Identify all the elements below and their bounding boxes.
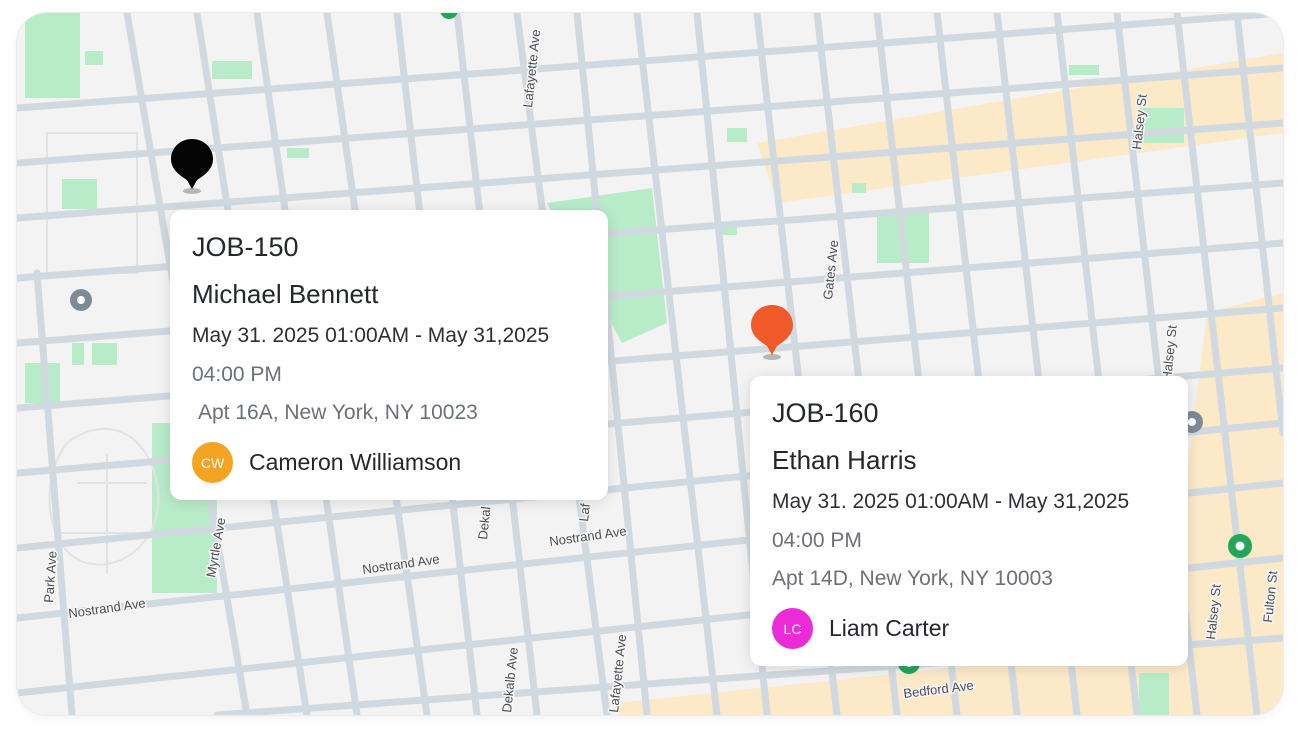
schedule-end-time: 04:00 PM (192, 363, 282, 386)
assigned-technician: CW Cameron Williamson (192, 442, 461, 483)
street-label: Dekal (475, 506, 493, 541)
map-pin-job-160[interactable] (747, 303, 797, 363)
avatar: CW (192, 442, 233, 483)
street-label: Park Ave (41, 550, 60, 603)
technician-name: Liam Carter (829, 615, 950, 641)
schedule-end-time: 04:00 PM (772, 529, 862, 552)
schedule-range: May 31. 2025 01:00AM - May 31,2025 (772, 490, 1130, 513)
street-label: Laf (576, 502, 593, 522)
job-card-160[interactable]: JOB-160 Ethan Harris May 31. 2025 01:00A… (750, 376, 1188, 666)
schedule-range: May 31. 2025 01:00AM - May 31,2025 (192, 324, 550, 347)
job-id: JOB-150 (192, 232, 299, 262)
map-pin-job-150[interactable] (167, 137, 217, 197)
street-label: Halsey St (1159, 324, 1180, 381)
street-label: Nostrand Ave (67, 595, 146, 621)
poi-marker-right (1228, 534, 1252, 558)
assigned-technician: LC Liam Carter (772, 608, 949, 649)
map-view[interactable]: Lafayette Ave Gates Ave Halsey St Halsey… (17, 13, 1283, 715)
street-label: Gates Ave (820, 239, 841, 300)
job-id: JOB-160 (772, 398, 879, 428)
poi-marker-left (70, 289, 92, 311)
customer-name: Ethan Harris (772, 445, 917, 475)
job-card-150[interactable]: JOB-150 Michael Bennett May 31. 2025 01:… (170, 210, 608, 500)
customer-name: Michael Bennett (192, 279, 379, 309)
technician-name: Cameron Williamson (249, 449, 462, 475)
avatar: LC (772, 608, 813, 649)
job-address: Apt 14D, New York, NY 10003 (772, 567, 1053, 590)
job-address: Apt 16A, New York, NY 10023 (198, 401, 478, 424)
street-label: Lafayette Ave (606, 634, 629, 714)
street-label: Dekalb Ave (499, 647, 521, 714)
